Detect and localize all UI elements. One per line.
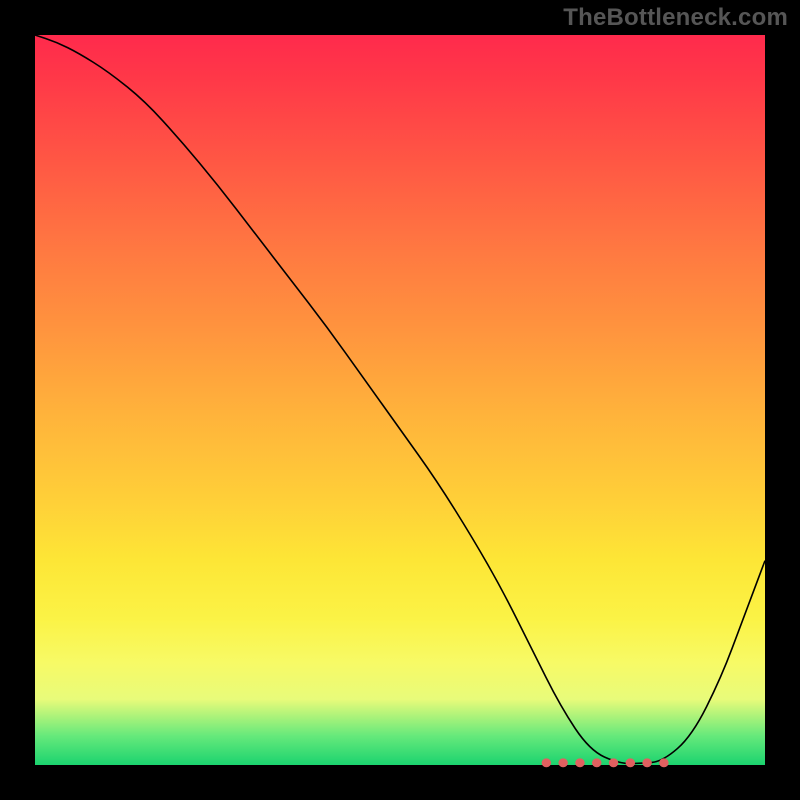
watermark-text: TheBottleneck.com xyxy=(563,4,788,32)
chart-frame: TheBottleneck.com xyxy=(0,0,800,800)
chart-svg xyxy=(35,35,765,765)
bottleneck-curve xyxy=(35,35,765,764)
plot-area xyxy=(35,35,765,765)
